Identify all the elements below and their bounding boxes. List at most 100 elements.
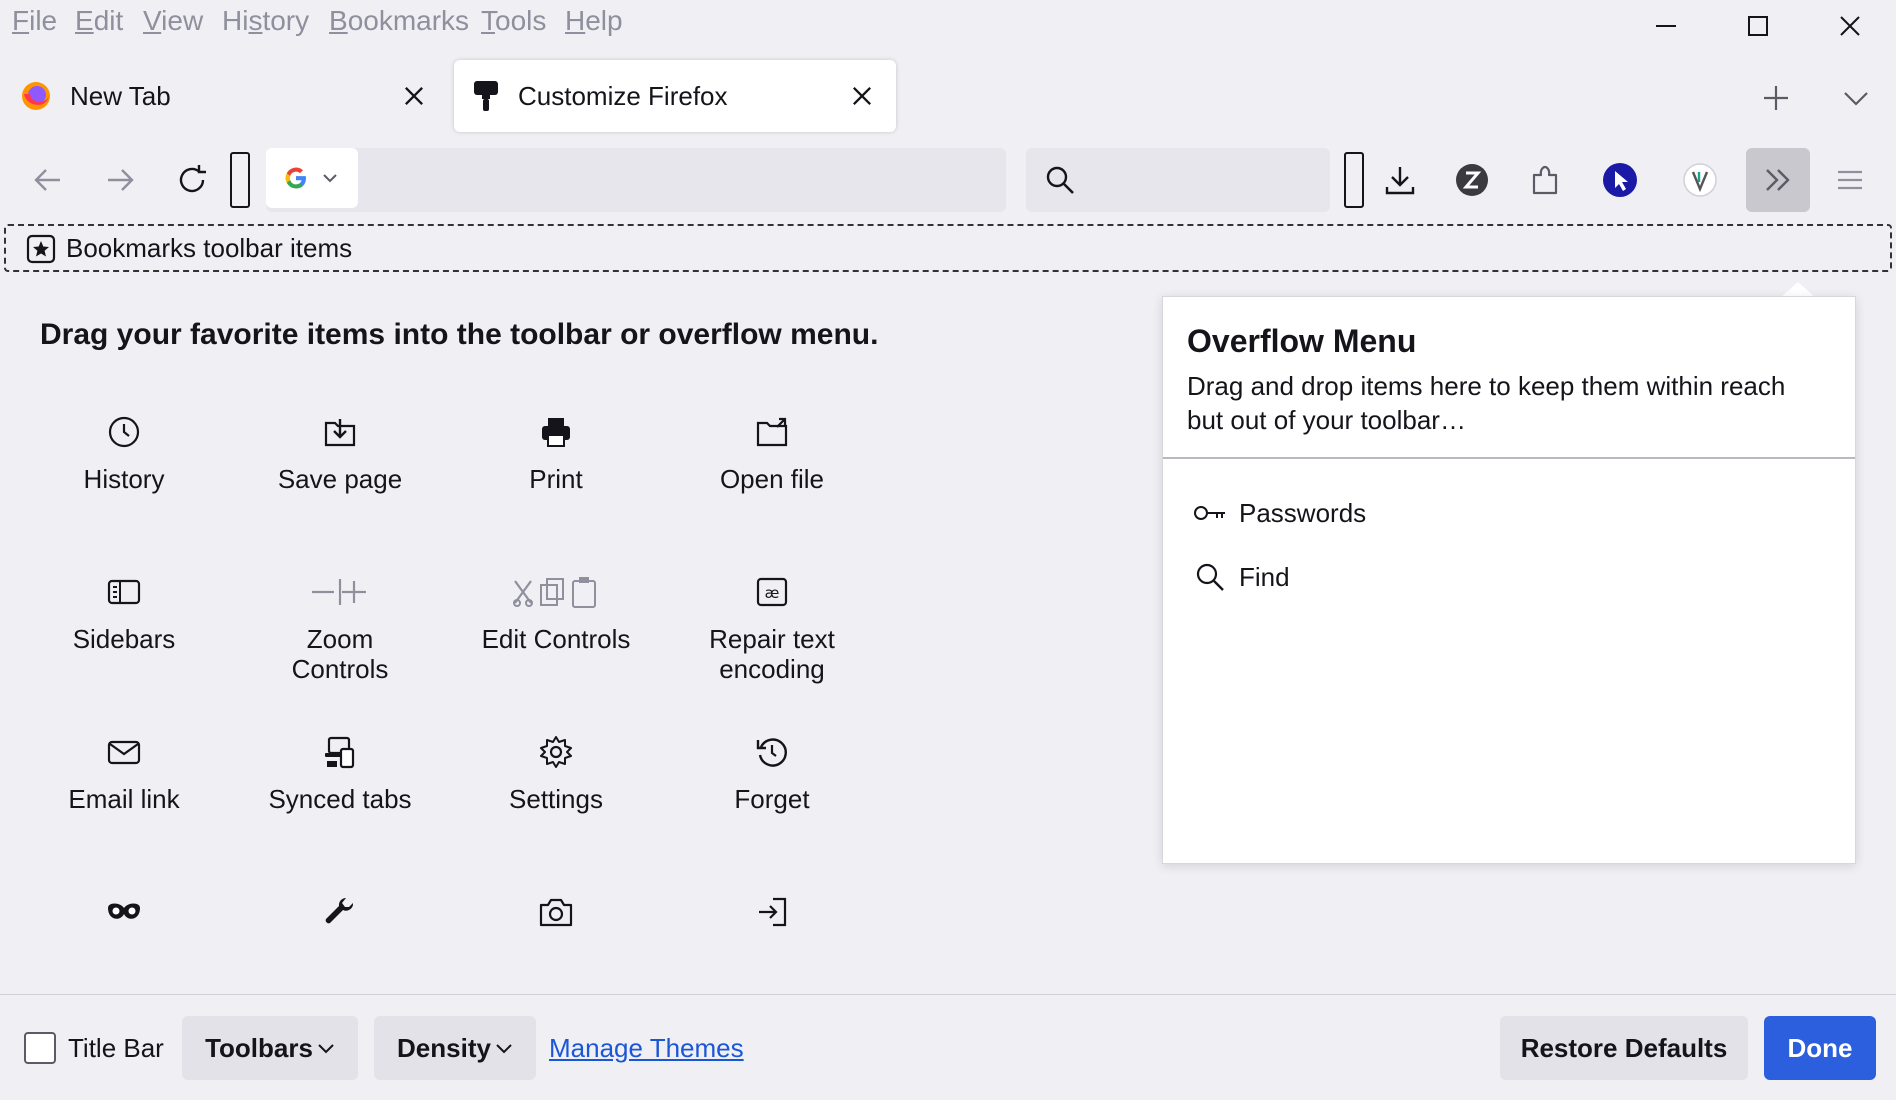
hamburger-menu-icon — [1838, 170, 1862, 190]
zotero-extension-button[interactable] — [1446, 156, 1498, 204]
close-window-button[interactable] — [1804, 0, 1896, 52]
gear-icon — [540, 736, 572, 768]
overflow-item-label: Find — [1239, 561, 1290, 592]
palette-item-private-window[interactable] — [24, 892, 224, 944]
v-extension-icon — [1683, 163, 1717, 197]
download-icon — [1385, 167, 1415, 195]
palette-item-edit-controls[interactable]: Edit Controls — [456, 572, 656, 654]
overflow-menu-panel[interactable]: Overflow Menu Drag and drop items here t… — [1162, 296, 1856, 864]
puzzle-piece-icon — [1532, 165, 1558, 195]
search-icon — [1046, 166, 1074, 194]
palette-item-settings[interactable]: Settings — [456, 732, 656, 814]
palette-item-label: Print — [529, 464, 583, 494]
palette-item-print[interactable]: Print — [456, 412, 656, 494]
palette-item-label: Edit Controls — [481, 624, 631, 654]
flexible-space[interactable] — [1344, 152, 1364, 208]
bookmarks-toolbar[interactable]: Bookmarks toolbar items — [4, 224, 1892, 272]
close-tab-icon[interactable] — [848, 82, 876, 110]
palette-item-label: Forget — [734, 784, 810, 814]
menu-tools[interactable]: Tools — [481, 4, 546, 38]
divider — [1163, 457, 1855, 459]
palette-item-sidebars[interactable]: Sidebars — [24, 572, 224, 654]
cursor-extension-icon — [1603, 163, 1637, 197]
chevron-down-icon — [496, 1044, 512, 1054]
overflow-item-find[interactable]: Find — [1195, 557, 1290, 597]
vocabulary-extension-button[interactable] — [1674, 156, 1726, 204]
palette-item-history[interactable]: History — [24, 412, 224, 494]
chevron-down-icon — [1844, 92, 1868, 106]
printer-icon — [542, 418, 570, 447]
menu-view[interactable]: View — [143, 4, 203, 38]
title-bar-checkbox[interactable] — [24, 1032, 56, 1064]
menu-history[interactable]: History — [222, 4, 309, 38]
overflow-menu-button[interactable] — [1746, 148, 1810, 212]
text-encoding-icon: æ — [756, 577, 788, 607]
forward-arrow-icon — [108, 169, 134, 191]
minimize-button[interactable] — [1620, 0, 1712, 52]
palette-item-label: Open file — [719, 464, 825, 494]
overflow-item-label: Passwords — [1239, 497, 1367, 528]
plus-icon — [1764, 86, 1788, 110]
wrench-icon — [325, 897, 354, 924]
close-tab-icon[interactable] — [400, 82, 428, 110]
search-bar[interactable] — [1026, 148, 1330, 212]
toolbars-dropdown[interactable]: Toolbars — [182, 1016, 358, 1080]
back-button[interactable] — [22, 156, 74, 204]
palette-item-label: Repair text encoding — [709, 624, 835, 684]
overflow-item-passwords[interactable]: Passwords — [1193, 493, 1366, 533]
downloads-button[interactable] — [1374, 156, 1426, 204]
forward-button[interactable] — [94, 156, 146, 204]
palette-item-email-link[interactable]: Email link — [24, 732, 224, 814]
done-button[interactable]: Done — [1764, 1016, 1876, 1080]
key-icon — [1194, 506, 1225, 520]
new-tab-button[interactable] — [1752, 80, 1800, 116]
bookmark-star-icon — [26, 234, 56, 264]
done-label: Done — [1787, 1032, 1853, 1063]
palette-item-synced-tabs[interactable]: Synced tabs — [240, 732, 440, 814]
email-icon — [107, 740, 141, 765]
palette-item-repair-text-encoding[interactable]: æ Repair text encoding — [672, 572, 872, 684]
palette-item-label: Zoom Controls — [291, 624, 389, 684]
density-label: Density — [397, 1032, 491, 1063]
palette-item-open-file[interactable]: Open file — [672, 412, 872, 494]
search-icon — [1196, 563, 1224, 591]
palette-item-zoom-controls[interactable]: Zoom Controls — [240, 572, 440, 684]
density-dropdown[interactable]: Density — [374, 1016, 536, 1080]
menu-edit[interactable]: Edit — [75, 4, 123, 38]
palette-item-label: Save page — [277, 464, 403, 494]
search-engine-button[interactable] — [266, 148, 358, 208]
menu-bar: File Edit View History Bookmarks Tools H… — [0, 0, 1896, 46]
restore-defaults-button[interactable]: Restore Defaults — [1500, 1016, 1748, 1080]
tab-new-tab[interactable]: New Tab — [8, 60, 448, 132]
camera-icon — [539, 898, 573, 927]
flexible-space[interactable] — [230, 152, 250, 208]
maximize-button[interactable] — [1712, 0, 1804, 52]
restore-defaults-label: Restore Defaults — [1520, 1032, 1728, 1063]
palette-item-label: Settings — [509, 784, 603, 814]
reload-button[interactable] — [166, 156, 218, 204]
palette-item-screenshot[interactable] — [456, 892, 656, 944]
double-chevron-right-icon — [1766, 169, 1790, 191]
overflow-title: Overflow Menu — [1187, 323, 1417, 359]
private-mask-icon — [108, 903, 140, 919]
palette-item-label: History — [83, 464, 165, 494]
palette-item-forget[interactable]: Forget — [672, 732, 872, 814]
app-menu-button[interactable] — [1824, 156, 1876, 204]
menu-file[interactable]: File — [12, 4, 57, 38]
customization-palette: History Save page Print Open file Sideba… — [0, 400, 1140, 956]
manage-themes-link[interactable]: Manage Themes — [549, 1031, 744, 1065]
palette-item-save-page[interactable]: Save page — [240, 412, 440, 494]
extensions-button[interactable] — [1520, 156, 1572, 204]
palette-item-label: Sidebars — [72, 624, 176, 654]
menu-bookmarks[interactable]: Bookmarks — [329, 4, 469, 38]
url-bar[interactable] — [266, 148, 1006, 212]
list-all-tabs-button[interactable] — [1832, 80, 1880, 116]
palette-item-developer[interactable] — [240, 892, 440, 944]
tab-customize-firefox[interactable]: Customize Firefox — [454, 60, 896, 132]
zoom-controls-icon — [312, 579, 366, 605]
svg-text:æ: æ — [765, 584, 780, 602]
overflow-description: Drag and drop items here to keep them wi… — [1187, 371, 1786, 435]
cursor-extension-button[interactable] — [1594, 156, 1646, 204]
palette-item-sign-in[interactable] — [672, 892, 872, 944]
menu-help[interactable]: Help — [565, 4, 623, 38]
